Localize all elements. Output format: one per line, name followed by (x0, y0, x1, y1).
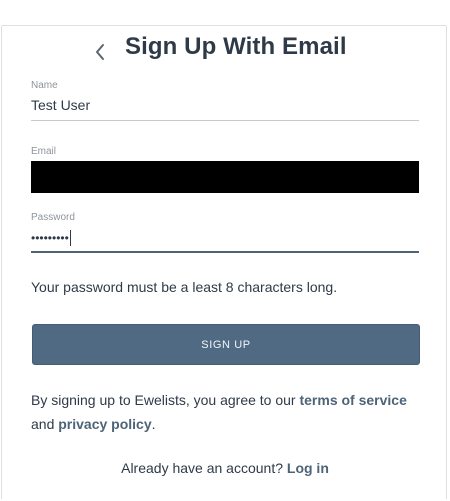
password-masked-value: ••••••••• (31, 231, 69, 245)
log-in-link[interactable]: Log in (287, 460, 329, 476)
password-input[interactable]: ••••••••• (31, 229, 419, 253)
login-prompt: Already have an account? Log in (0, 460, 450, 476)
email-label: Email (31, 146, 57, 157)
login-prompt-text: Already have an account? (121, 460, 287, 476)
page-title: Sign Up With Email (125, 33, 347, 60)
terms-notice: By signing up to Ewelists, you agree to … (31, 388, 427, 436)
terms-of-service-link[interactable]: terms of service (299, 392, 406, 408)
top-spacer (0, 0, 450, 25)
terms-suffix: . (151, 416, 156, 432)
email-input-redacted[interactable] (31, 161, 419, 193)
name-input[interactable] (31, 97, 419, 121)
email-field-group: Email (31, 146, 419, 193)
sign-up-button[interactable]: SIGN UP (32, 324, 420, 365)
back-button[interactable] (89, 38, 111, 66)
password-hint: Your password must be a least 8 characte… (31, 279, 338, 295)
name-label: Name (31, 80, 58, 91)
chevron-left-icon (96, 44, 104, 60)
privacy-policy-link[interactable]: privacy policy (58, 416, 151, 432)
password-label: Password (31, 212, 75, 223)
terms-middle: and (31, 416, 59, 432)
password-field-group: Password ••••••••• (31, 212, 419, 253)
terms-prefix: By signing up to Ewelists, you agree to … (31, 392, 300, 408)
text-caret (69, 230, 71, 246)
name-field-group: Name (31, 80, 419, 121)
